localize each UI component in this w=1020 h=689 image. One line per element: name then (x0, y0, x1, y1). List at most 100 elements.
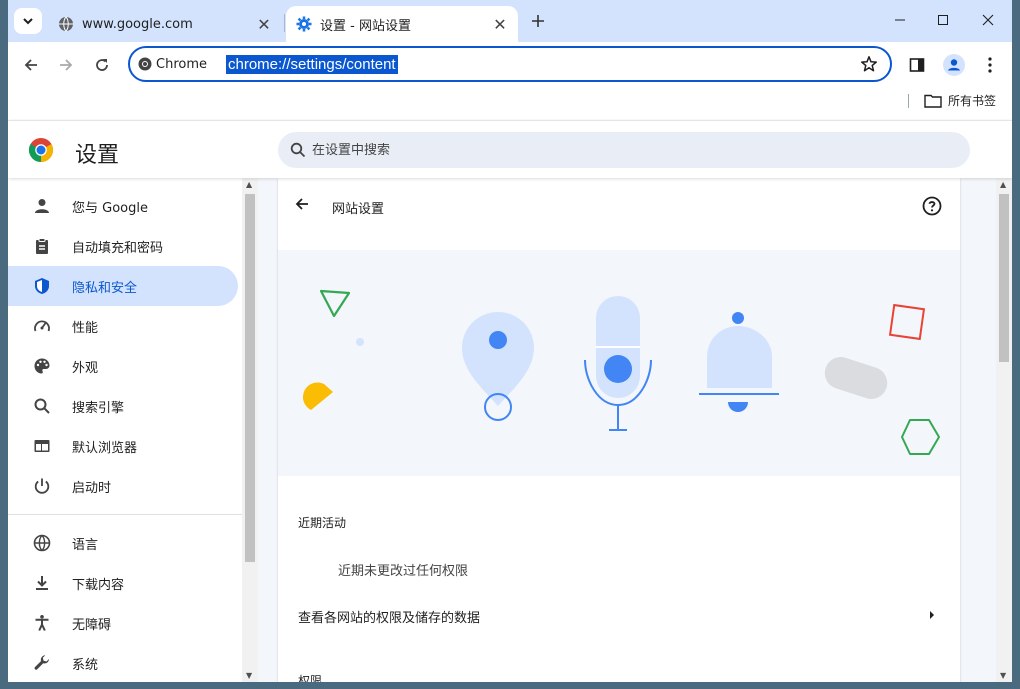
gear-icon (296, 16, 312, 32)
site-settings-card: 网站设置 近期活动 近期未更改过任何权限 查看各网站的权限及储存的数据 权限 (278, 178, 960, 682)
location-pin-icon (462, 312, 534, 421)
sidebar-item-autofill[interactable]: 自动填充和密码 (8, 226, 238, 266)
maximize-button[interactable] (923, 6, 963, 34)
menu-button[interactable] (975, 50, 1005, 80)
sidebar-divider (8, 514, 242, 515)
sidebar-item-privacy[interactable]: 隐私和安全 (8, 266, 238, 306)
sidebar-item-label: 外观 (72, 360, 99, 376)
address-bar[interactable]: Chrome chrome://settings/content (128, 46, 892, 82)
microphone-icon (584, 296, 652, 431)
sidebar-item-accessibility[interactable]: 无障碍 (8, 603, 238, 643)
avatar-icon (943, 54, 965, 76)
search-icon (290, 142, 306, 158)
bookmark-star-button[interactable] (860, 55, 878, 77)
help-icon (922, 196, 942, 216)
sidebar-item-label: 性能 (72, 320, 99, 336)
download-icon (32, 573, 52, 593)
globe-icon (32, 533, 52, 553)
window-close-button[interactable] (968, 6, 1008, 34)
settings-search[interactable] (278, 132, 970, 168)
close-icon[interactable]: ✕ (254, 14, 274, 34)
help-button[interactable] (922, 196, 942, 220)
sidebar-item-label: 系统 (72, 657, 99, 673)
sidebar-item-label: 自动填充和密码 (72, 240, 164, 256)
sidebar-scrollbar[interactable]: ▲ ▼ (242, 178, 258, 682)
pill-shape (824, 357, 888, 399)
main-scrollbar[interactable]: ▲ ▼ (996, 178, 1012, 682)
sidebar-item-label: 您与 Google (72, 200, 148, 216)
folder-icon (924, 94, 942, 108)
tab-title: www.google.com (82, 16, 193, 32)
main-scroll-thumb[interactable] (999, 194, 1009, 362)
shield-icon (32, 276, 52, 296)
sidebar-item-label: 无障碍 (72, 617, 112, 633)
scroll-down-arrow-icon[interactable]: ▼ (1000, 671, 1006, 680)
scroll-up-arrow-icon[interactable]: ▲ (1000, 180, 1006, 189)
accessibility-icon (32, 613, 52, 633)
side-panel-icon (909, 58, 925, 72)
minimize-button[interactable] (880, 6, 920, 34)
browser-window: www.google.com ✕ 设置 - 网站设置 ✕ Chrome chro… (8, 0, 1012, 682)
card-header: 网站设置 (278, 178, 960, 234)
sidebar-item-on-startup[interactable]: 启动时 (8, 466, 238, 506)
settings-title: 设置 (75, 143, 120, 168)
tab-strip: www.google.com ✕ 设置 - 网站设置 ✕ (8, 0, 1012, 42)
recent-activity-empty: 近期未更改过任何权限 (338, 564, 469, 579)
arrow-left-icon (295, 198, 308, 210)
sidebar-item-label: 启动时 (72, 480, 112, 496)
globe-icon (58, 16, 74, 32)
tab-google[interactable]: www.google.com ✕ (46, 6, 282, 42)
sidebar-item-performance[interactable]: 性能 (8, 306, 238, 346)
sidebar-item-downloads[interactable]: 下载内容 (8, 563, 238, 603)
person-icon (32, 196, 52, 216)
site-chip[interactable]: Chrome (138, 57, 218, 72)
sidebar-item-label: 下载内容 (72, 577, 125, 593)
sidebar-item-default-browser[interactable]: 默认浏览器 (8, 426, 238, 466)
forward-button[interactable] (51, 50, 81, 80)
arrow-left-icon (24, 59, 37, 71)
profile-button[interactable] (939, 50, 969, 80)
minimize-icon (895, 19, 905, 21)
sidebar-scroll-thumb[interactable] (245, 194, 255, 562)
sidebar-item-search-engine[interactable]: 搜索引擎 (8, 386, 238, 426)
toolbar: Chrome chrome://settings/content (8, 42, 1012, 88)
back-arrow-button[interactable] (294, 196, 310, 216)
sidebar-item-languages[interactable]: 语言 (8, 523, 238, 563)
scroll-down-arrow-icon[interactable]: ▼ (246, 671, 252, 680)
bookmarks-separator (908, 94, 909, 108)
sidebar-item-label: 语言 (72, 537, 99, 553)
clipboard-icon (32, 236, 52, 256)
palette-icon (32, 356, 52, 376)
triangle-shape (319, 289, 351, 318)
three-dots-vertical-icon (988, 57, 992, 73)
arrow-right-icon (60, 59, 73, 71)
view-permissions-link[interactable]: 查看各网站的权限及储存的数据 (278, 596, 960, 636)
back-button[interactable] (16, 50, 46, 80)
settings-sidebar: 您与 Google 自动填充和密码 隐私和安全 性能 外观 搜索引擎 默认浏览器… (8, 178, 242, 682)
settings-content: 您与 Google 自动填充和密码 隐私和安全 性能 外观 搜索引擎 默认浏览器… (8, 178, 1012, 682)
tab-settings[interactable]: 设置 - 网站设置 ✕ (286, 6, 518, 42)
site-chip-label: Chrome (156, 56, 207, 72)
close-icon[interactable]: ✕ (490, 14, 510, 34)
wrench-icon (32, 653, 52, 673)
search-icon (32, 396, 52, 416)
bookmarks-bar: 所有书签 (8, 88, 1012, 120)
sidebar-item-label: 默认浏览器 (72, 440, 138, 456)
settings-search-input[interactable] (312, 142, 912, 158)
sidebar-item-you-and-google[interactable]: 您与 Google (8, 186, 238, 226)
side-panel-button[interactable] (902, 50, 932, 80)
power-icon (32, 476, 52, 496)
sidebar-item-system[interactable]: 系统 (8, 643, 238, 682)
recent-activity-title: 近期活动 (298, 516, 347, 530)
chrome-icon (138, 57, 152, 71)
all-bookmarks-button[interactable]: 所有书签 (924, 92, 996, 109)
tab-search-button[interactable] (14, 8, 42, 34)
reload-button[interactable] (87, 50, 117, 80)
all-bookmarks-label: 所有书签 (948, 94, 997, 108)
scroll-up-arrow-icon[interactable]: ▲ (246, 180, 252, 189)
new-tab-button[interactable] (526, 9, 550, 33)
sidebar-item-appearance[interactable]: 外观 (8, 346, 238, 386)
sidebar-item-label: 隐私和安全 (72, 280, 138, 296)
url-text[interactable]: chrome://settings/content (226, 54, 398, 74)
hexagon-shape (901, 419, 940, 455)
